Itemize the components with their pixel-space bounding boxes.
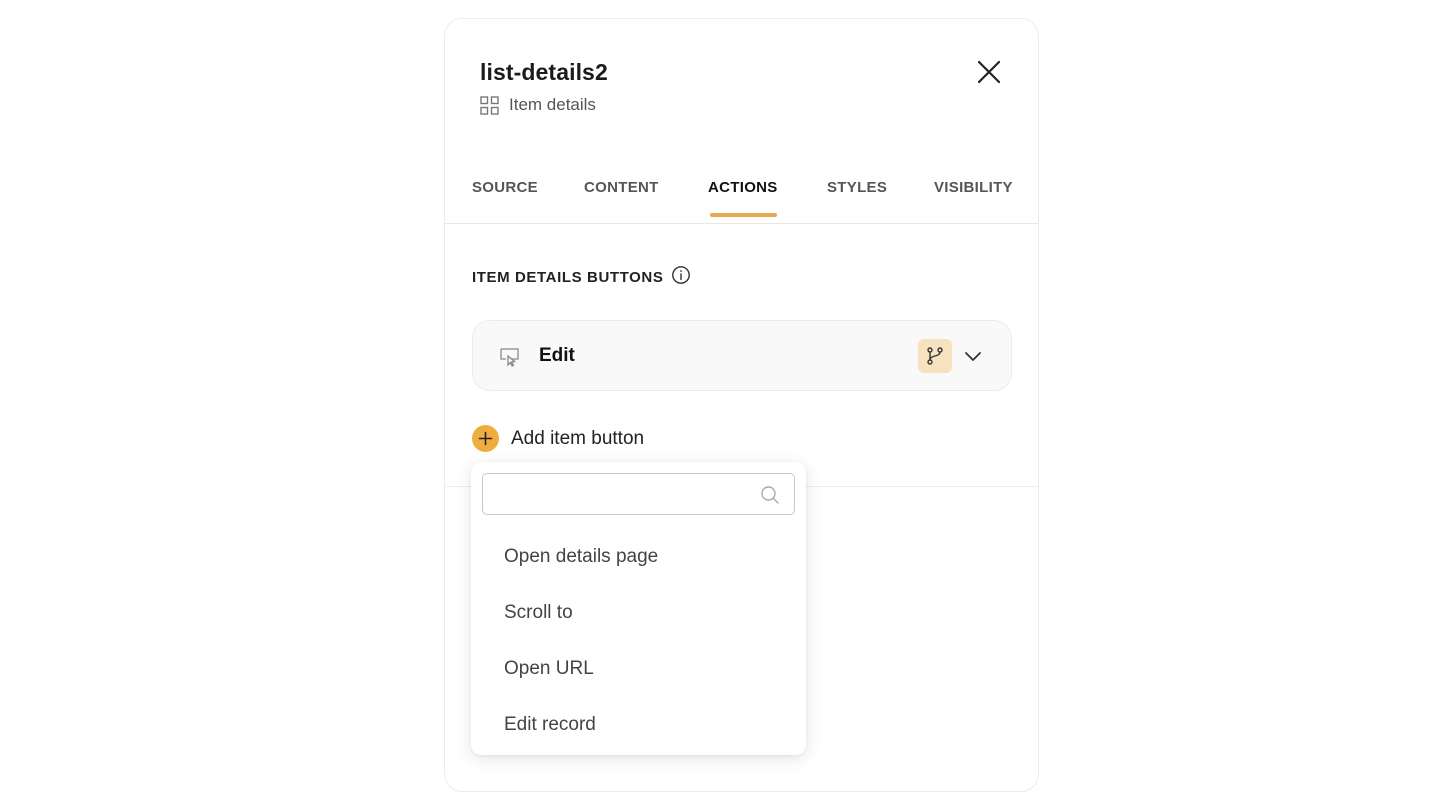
menu-item-open-url[interactable]: Open URL (504, 658, 594, 680)
grid-icon (480, 95, 499, 115)
click-pointer-icon (499, 347, 521, 372)
add-item-button-label: Add item button (511, 427, 645, 449)
panel-subtitle: Item details (480, 95, 596, 115)
close-icon (977, 60, 1001, 84)
branch-icon (927, 347, 943, 365)
close-button[interactable] (976, 59, 1002, 85)
tab-source[interactable]: SOURCE (472, 179, 538, 206)
item-button-row[interactable]: Edit (472, 320, 1012, 391)
info-icon[interactable] (671, 265, 691, 289)
search-icon (760, 485, 780, 510)
tab-actions[interactable]: ACTIONS (708, 179, 778, 206)
menu-item-open-details-page[interactable]: Open details page (504, 546, 658, 568)
tab-styles[interactable]: STYLES (827, 179, 887, 206)
item-button-label: Edit (539, 345, 575, 366)
menu-item-edit-record[interactable]: Edit record (504, 714, 596, 736)
tab-bar: SOURCE CONTENT ACTIONS STYLES VISIBILITY (445, 179, 1038, 224)
action-dropdown: Open details page Scroll to Open URL Edi… (471, 462, 806, 755)
dropdown-search[interactable] (482, 473, 795, 515)
active-tab-indicator (710, 213, 777, 217)
tab-content[interactable]: CONTENT (584, 179, 659, 206)
panel-title: list-details2 (480, 59, 608, 85)
plus-icon (472, 425, 499, 452)
dropdown-search-input[interactable] (493, 482, 753, 506)
section-title: ITEM DETAILS BUTTONS (472, 268, 664, 286)
menu-item-scroll-to[interactable]: Scroll to (504, 602, 573, 624)
conditions-badge[interactable] (918, 339, 952, 373)
add-item-button[interactable]: Add item button (472, 425, 644, 452)
section-header: ITEM DETAILS BUTTONS (472, 265, 691, 289)
tab-visibility[interactable]: VISIBILITY (934, 179, 1013, 206)
panel-subtitle-label: Item details (509, 95, 596, 114)
chevron-down-icon[interactable] (964, 348, 982, 369)
